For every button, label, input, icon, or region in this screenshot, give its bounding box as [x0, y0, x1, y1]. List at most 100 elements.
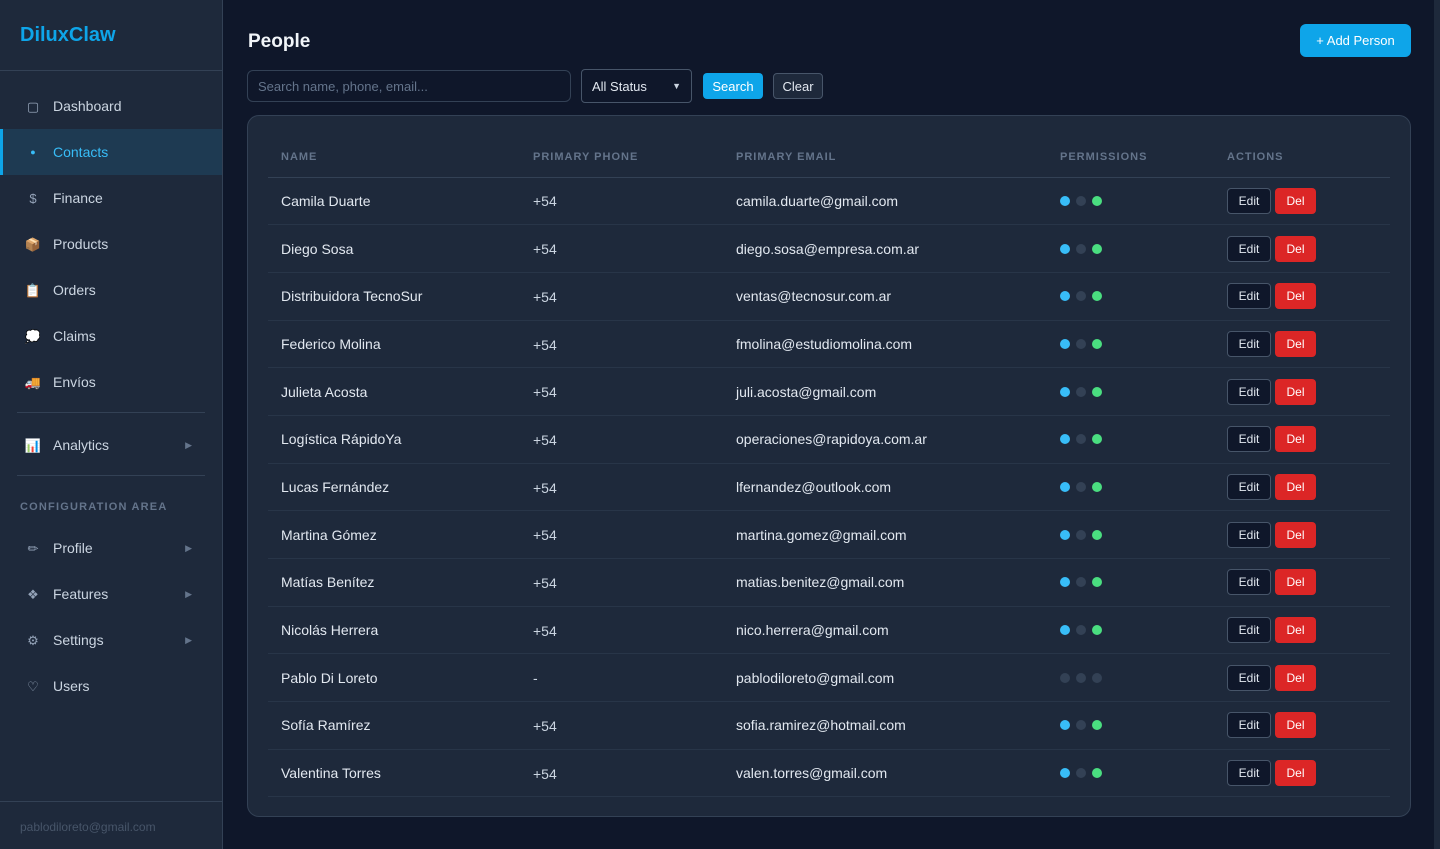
table-row[interactable]: Julieta Acosta +54! juli.acosta@gmail.com E…: [268, 367, 1390, 416]
dollar-icon: $: [29, 190, 37, 206]
delete-button[interactable]: Del: [1275, 617, 1316, 644]
delete-button[interactable]: Del: [1275, 664, 1316, 691]
permission-dot: [1092, 434, 1102, 445]
sidebar-item-profile[interactable]: ✏ Profile ▶: [0, 525, 222, 571]
edit-button[interactable]: Edit: [1227, 378, 1271, 405]
scrollbar-track[interactable]: [1434, 0, 1440, 849]
chevron-right-icon: ▶: [185, 634, 192, 645]
add-person-button[interactable]: + Add Person: [1300, 24, 1411, 57]
phone-value: +54!: [533, 574, 558, 591]
sidebar-item-envos[interactable]: 🚚 Envíos: [0, 359, 222, 405]
sidebar-item-orders[interactable]: 📋 Orders: [0, 267, 222, 313]
table-row[interactable]: Federico Molina +54! fmolina@estudiomolina…: [268, 320, 1390, 369]
sidebar-item-settings[interactable]: ⚙ Settings ▶: [0, 617, 222, 663]
cell-permissions: [1047, 177, 1214, 226]
sidebar-item-label: Analytics: [53, 437, 110, 453]
table-row[interactable]: Lucas Fernández +54! lfernandez@outlook.co…: [268, 463, 1390, 512]
edit-button[interactable]: Edit: [1227, 664, 1271, 691]
edit-button[interactable]: Edit: [1227, 283, 1271, 310]
permission-dot: [1060, 338, 1070, 349]
table-row[interactable]: Distribuidora TecnoSur +54! ventas@tecnosu…: [268, 272, 1390, 321]
table-row[interactable]: Martina Gómez +54! martina.gomez@gmail.com…: [268, 510, 1390, 559]
cell-actions: Edit Del: [1214, 653, 1390, 703]
delete-button[interactable]: Del: [1275, 187, 1316, 214]
people-table-card: NAME PRIMARY PHONE PRIMARY EMAIL PERMISS…: [247, 115, 1411, 817]
sidebar-item-dashboard[interactable]: ▢ Dashboard: [0, 83, 222, 129]
clear-button[interactable]: Clear: [773, 73, 823, 99]
delete-button[interactable]: Del: [1275, 569, 1316, 596]
edit-button[interactable]: Edit: [1227, 760, 1271, 787]
sidebar-item-analytics[interactable]: 📊 Analytics ▶: [0, 422, 222, 468]
table-row[interactable]: Camila Duarte +54! camila.duarte@gmail.com…: [268, 177, 1390, 226]
edit-button[interactable]: Edit: [1227, 569, 1271, 596]
delete-button[interactable]: Del: [1275, 378, 1316, 405]
permission-dot: [1092, 720, 1102, 731]
delete-button[interactable]: Del: [1275, 521, 1316, 548]
table-row[interactable]: Diego Sosa +54! diego.sosa@empresa.com.ar E…: [268, 224, 1390, 273]
permission-dot: [1060, 481, 1070, 492]
clipboard-icon: 📋: [24, 282, 42, 298]
permission-dot: [1060, 625, 1070, 636]
cell-phone: +54!: [520, 177, 723, 226]
edit-button[interactable]: Edit: [1227, 521, 1271, 548]
edit-button[interactable]: Edit: [1227, 330, 1271, 357]
cell-actions: Edit Del: [1214, 701, 1390, 750]
table-row[interactable]: Matías Benítez +54! matias.benitez@gmail.c…: [268, 558, 1390, 607]
edit-button[interactable]: Edit: [1227, 712, 1271, 739]
permission-dots: [1060, 625, 1214, 636]
sidebar-item-label: Settings: [53, 632, 104, 648]
column-header-phone[interactable]: PRIMARY PHONE: [520, 137, 723, 178]
cell-actions: Edit Del: [1214, 320, 1390, 369]
edit-button[interactable]: Edit: [1227, 426, 1271, 453]
delete-button[interactable]: Del: [1275, 235, 1316, 262]
phone-value: +54!: [533, 765, 558, 782]
search-input[interactable]: [247, 70, 571, 102]
cell-phone: +54!: [520, 320, 723, 369]
sidebar-item-features[interactable]: ❖ Features ▶: [0, 571, 222, 617]
sidebar-item-claims[interactable]: 💭 Claims: [0, 313, 222, 359]
table-row[interactable]: Sofía Ramírez +54! sofia.ramirez@hotmail.c…: [268, 701, 1390, 750]
edit-button[interactable]: Edit: [1227, 617, 1271, 644]
cell-email: fmolina@estudiomolina.com: [723, 320, 1047, 369]
main-content: People + Add Person All Status ▼ Search …: [223, 0, 1440, 849]
sidebar-item-finance[interactable]: $ Finance: [0, 175, 222, 221]
permission-dots: [1060, 577, 1214, 588]
brand-logo[interactable]: DiluxClaw: [0, 0, 222, 71]
phone-value: +54!: [533, 479, 558, 496]
status-filter-select[interactable]: All Status ▼: [581, 69, 692, 103]
table-row[interactable]: Valentina Torres +54! valen.torres@gmail.c…: [268, 749, 1390, 798]
permission-dot: [1076, 338, 1086, 349]
permission-dot: [1076, 720, 1086, 731]
scrollbar-thumb[interactable]: [1434, 0, 1440, 849]
sidebar-item-products[interactable]: 📦 Products: [0, 221, 222, 267]
edit-button[interactable]: Edit: [1227, 187, 1271, 214]
table-row[interactable]: Logística RápidoYa +54! operaciones@rapido…: [268, 415, 1390, 464]
column-header-name[interactable]: NAME: [268, 137, 520, 178]
cell-permissions: [1047, 320, 1214, 369]
permission-dots: [1060, 768, 1214, 779]
table-row[interactable]: Pablo Di Loreto - pablodiloreto@gmail.com E…: [268, 653, 1390, 703]
edit-button[interactable]: Edit: [1227, 235, 1271, 262]
column-header-email[interactable]: PRIMARY EMAIL: [723, 137, 1047, 178]
cell-name: Julieta Acosta: [268, 367, 520, 416]
cell-actions: Edit Del: [1214, 224, 1390, 273]
chevron-right-icon: ▶: [185, 542, 192, 553]
delete-button[interactable]: Del: [1275, 330, 1316, 357]
column-header-actions: ACTIONS: [1214, 137, 1390, 178]
sidebar-item-contacts[interactable]: ● Contacts: [0, 129, 222, 175]
cell-phone: +54!: [520, 463, 723, 512]
delete-button[interactable]: Del: [1275, 760, 1316, 787]
permission-dot: [1060, 434, 1070, 445]
delete-button[interactable]: Del: [1275, 426, 1316, 453]
delete-button[interactable]: Del: [1275, 712, 1316, 739]
table-row[interactable]: Nicolás Herrera +54! nico.herrera@gmail.co…: [268, 606, 1390, 655]
edit-button[interactable]: Edit: [1227, 473, 1271, 500]
sidebar-item-users[interactable]: ♡ Users: [0, 663, 222, 709]
permission-dot: [1060, 386, 1070, 397]
search-button[interactable]: Search: [703, 73, 763, 99]
delete-button[interactable]: Del: [1275, 473, 1316, 500]
permission-dot: [1060, 768, 1070, 779]
cell-name: Martina Gómez: [268, 510, 520, 559]
delete-button[interactable]: Del: [1275, 283, 1316, 310]
diamond-grid-icon: ❖: [27, 586, 39, 602]
